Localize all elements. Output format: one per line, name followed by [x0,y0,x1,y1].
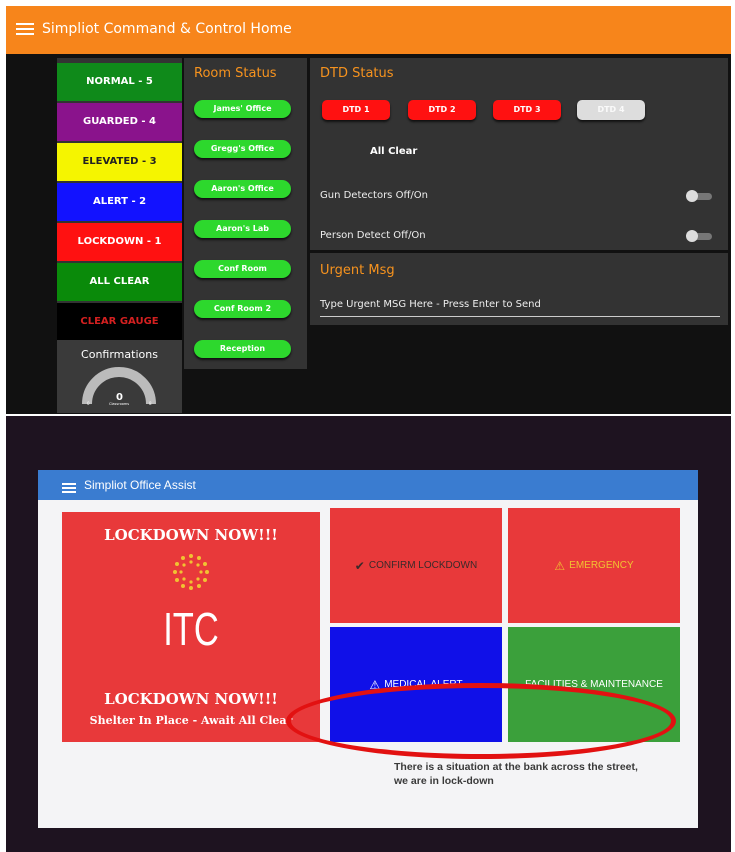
lockdown-heading-2: LOCKDOWN NOW!!! [104,690,278,708]
urgent-msg-panel: Urgent Msg Type Urgent MSG Here - Press … [310,253,728,325]
room-status-panel: Room Status James' Office Gregg's Office… [184,58,307,369]
top-bar: Simpliot Command & Control Home [6,6,731,54]
itc-logo-text: ITC [163,603,219,655]
tablet-header: Simpliot Office Assist [38,470,698,500]
room-button[interactable]: James' Office [194,100,291,118]
dtd-status-title: DTD Status [320,66,394,81]
urgent-msg-input[interactable]: Type Urgent MSG Here - Press Enter to Se… [320,299,720,317]
level-normal-button[interactable]: NORMAL - 5 [57,63,182,101]
menu-icon[interactable] [16,20,34,40]
threat-level-panel: NORMAL - 5 GUARDED - 4 ELEVATED - 3 ALER… [57,58,182,413]
room-button[interactable]: Reception [194,340,291,358]
lockdown-heading: LOCKDOWN NOW!!! [104,526,278,544]
tablet-message: There is a situation at the bank across … [394,761,638,787]
confirm-lockdown-button[interactable]: ✔ CONFIRM LOCKDOWN [330,508,502,623]
level-alert-button[interactable]: ALERT - 2 [57,183,182,221]
confirm-lockdown-label: CONFIRM LOCKDOWN [368,560,478,571]
emergency-label: EMERGENCY [569,560,634,571]
emergency-button[interactable]: ⚠ EMERGENCY [508,508,680,623]
dtd-status-panel: DTD Status DTD 1 DTD 2 DTD 3 DTD 4 All C… [310,58,728,250]
room-button[interactable]: Gregg's Office [194,140,291,158]
lockdown-banner: LOCKDOWN NOW!!! ITC LOCKDOWN NOW!!! Shel… [62,512,320,742]
dtd-status-text: All Clear [370,146,418,157]
room-button[interactable]: Aaron's Lab [194,220,291,238]
dtd-1-button[interactable]: DTD 1 [322,100,390,120]
level-guarded-button[interactable]: GUARDED - 4 [57,103,182,141]
gun-detectors-toggle[interactable] [686,190,712,202]
warning-icon: ⚠ [554,558,566,573]
person-detect-label: Person Detect Off/On [320,230,426,241]
tablet-title: Simpliot Office Assist [84,478,196,492]
dtd-2-button[interactable]: DTD 2 [408,100,476,120]
lockdown-subtext: Shelter In Place - Await All Clear [89,714,293,727]
gun-detectors-label: Gun Detectors Off/On [320,190,428,201]
itc-logo-icon [173,554,209,590]
command-dashboard: Simpliot Command & Control Home NORMAL -… [6,6,731,414]
level-elevated-button[interactable]: ELEVATED - 3 [57,143,182,181]
room-button[interactable]: Conf Room [194,260,291,278]
tablet-photo: Simpliot Office Assist LOCKDOWN NOW!!! I… [6,416,731,852]
room-button[interactable]: Aaron's Office [194,180,291,198]
confirmations-value: 0 [116,392,123,403]
check-icon: ✔ [354,558,365,573]
dtd-4-button[interactable]: DTD 4 [577,100,645,120]
app-title: Simpliot Command & Control Home [42,21,292,37]
clear-gauge-button[interactable]: CLEAR GAUGE [57,303,182,341]
person-detect-toggle[interactable] [686,230,712,242]
highlight-ellipse [286,683,676,759]
confirmations-gauge: Confirmations 0 8 Classrooms 0 [57,340,182,413]
menu-icon[interactable] [62,481,76,495]
all-clear-button[interactable]: ALL CLEAR [57,263,182,301]
dtd-3-button[interactable]: DTD 3 [493,100,561,120]
level-lockdown-button[interactable]: LOCKDOWN - 1 [57,223,182,261]
tablet-screen: Simpliot Office Assist LOCKDOWN NOW!!! I… [38,470,698,828]
confirmations-label: Confirmations [81,348,158,361]
room-status-title: Room Status [194,66,277,81]
room-button[interactable]: Conf Room 2 [194,300,291,318]
urgent-msg-title: Urgent Msg [320,263,395,278]
